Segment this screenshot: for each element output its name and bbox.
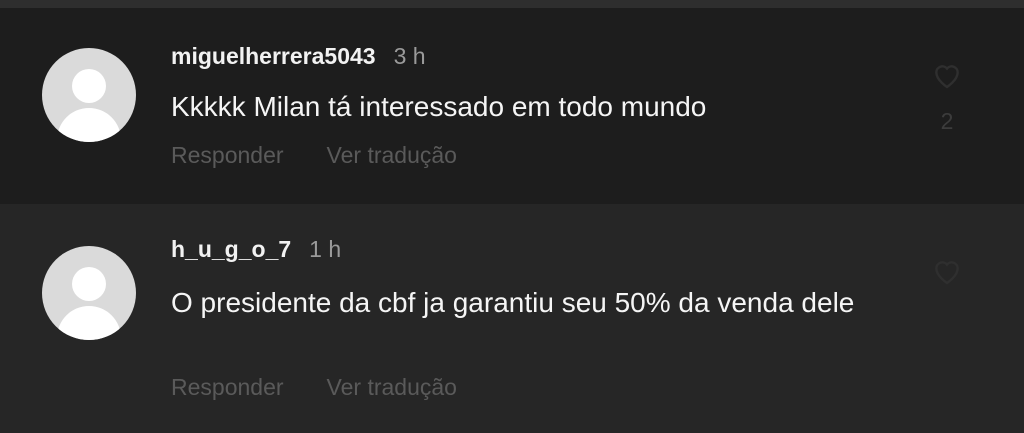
avatar[interactable]: [42, 246, 136, 340]
avatar-body-shape: [57, 108, 121, 142]
comment-actions: Responder Ver tradução: [171, 142, 500, 169]
translate-button[interactable]: Ver tradução: [327, 374, 457, 401]
avatar-body-shape: [57, 306, 121, 340]
like-button[interactable]: 2: [928, 60, 966, 135]
comment-text: Kkkkk Milan tá interessado em todo mundo: [171, 91, 707, 122]
avatar[interactable]: [42, 48, 136, 142]
comment-text: O presidente da cbf ja garantiu seu 50% …: [171, 287, 855, 318]
reply-button[interactable]: Responder: [171, 374, 284, 401]
top-divider: [0, 0, 1024, 8]
translate-button[interactable]: Ver tradução: [327, 142, 457, 169]
like-button[interactable]: [928, 256, 966, 304]
comment-item: miguelherrera5043 3 h Kkkkk Milan tá int…: [0, 8, 1024, 204]
reply-button[interactable]: Responder: [171, 142, 284, 169]
comment-actions: Responder Ver tradução: [171, 374, 500, 401]
username[interactable]: miguelherrera5043: [171, 43, 376, 70]
like-count: 2: [940, 108, 954, 134]
default-avatar-icon: [72, 267, 106, 301]
comment-header: h_u_g_o_7 1 h: [171, 236, 341, 266]
default-avatar-icon: [72, 69, 106, 103]
comment-item: h_u_g_o_7 1 h O presidente da cbf ja gar…: [0, 204, 1024, 433]
heart-icon: [935, 65, 959, 89]
timestamp: 1 h: [309, 236, 342, 262]
comment-header: miguelherrera5043 3 h: [171, 43, 426, 73]
username[interactable]: h_u_g_o_7: [171, 236, 291, 263]
timestamp: 3 h: [393, 43, 426, 69]
heart-icon: [935, 261, 959, 285]
